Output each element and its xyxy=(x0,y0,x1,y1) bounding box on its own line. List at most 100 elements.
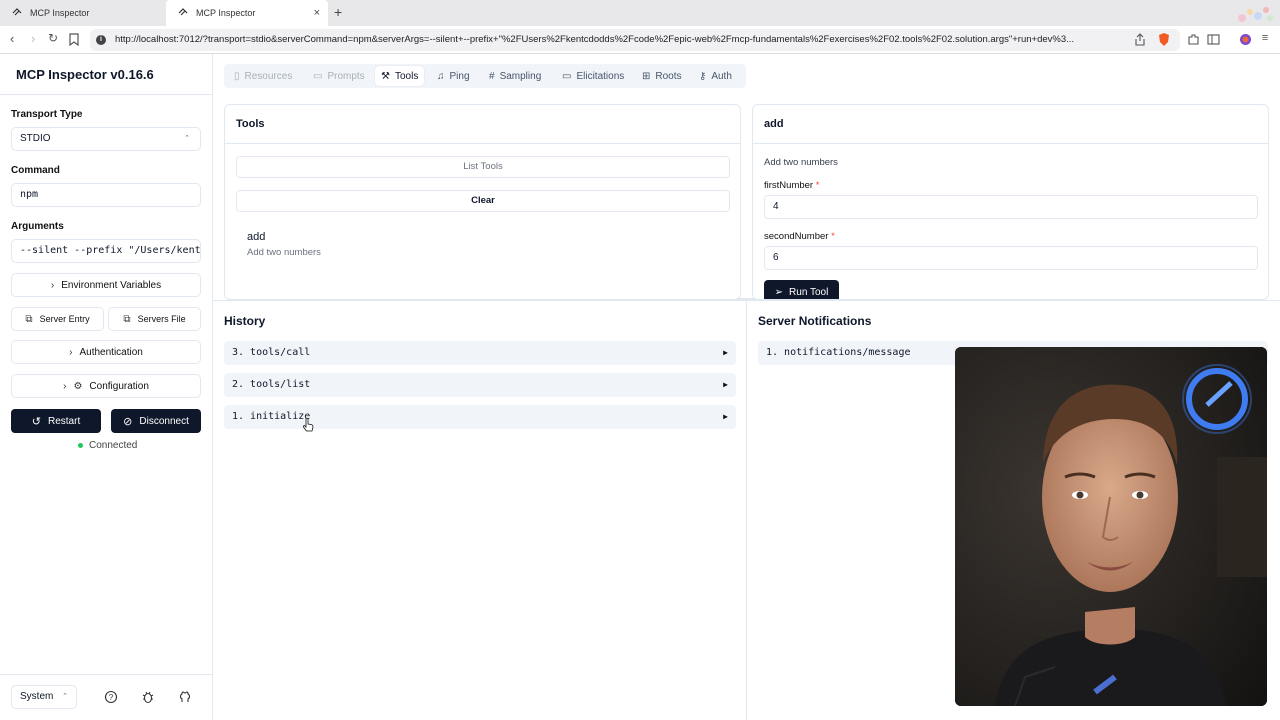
command-label: Command xyxy=(11,165,60,176)
second-number-label: secondNumber * xyxy=(764,231,835,242)
main-tabs: ▯ Resources ▭ Prompts ⚒ Tools ♫ Ping # S… xyxy=(224,64,746,88)
arguments-input[interactable]: --silent --prefix "/Users/kentc xyxy=(11,239,201,263)
reload-icon[interactable]: ↻ xyxy=(48,31,58,45)
divider xyxy=(753,143,1268,144)
environment-variables-label: Environment Variables xyxy=(61,279,162,291)
help-icon[interactable]: ? xyxy=(104,690,118,704)
tool-detail-title: add xyxy=(764,118,784,130)
tab-resources-label: Resources xyxy=(244,70,293,82)
mcp-logo-icon xyxy=(12,8,22,16)
first-number-label-text: firstNumber xyxy=(764,180,814,191)
tool-detail-card: add Add two numbers firstNumber * 4 seco… xyxy=(752,104,1269,300)
required-mark: * xyxy=(815,180,820,191)
expand-icon[interactable]: ▶ xyxy=(723,341,728,365)
restart-button[interactable]: ↺ Restart xyxy=(11,409,101,433)
tab-elicitations[interactable]: ▭ Elicitations xyxy=(562,64,624,88)
github-icon[interactable] xyxy=(178,690,192,704)
history-item[interactable]: 2. tools/list ▶ xyxy=(224,373,736,397)
sidebar-toggle-icon[interactable] xyxy=(1207,33,1220,46)
tool-detail-description: Add two numbers xyxy=(764,157,838,168)
bookmark-icon[interactable] xyxy=(69,33,79,46)
panel-divider xyxy=(746,300,747,720)
divider xyxy=(225,143,740,144)
configuration-label: Configuration xyxy=(89,380,149,392)
tab-sampling[interactable]: # Sampling xyxy=(489,64,541,88)
authentication-button[interactable]: › Authentication xyxy=(11,340,201,364)
copy-icon: ⧉ xyxy=(123,313,131,325)
history-item[interactable]: 1. initialize ▶ xyxy=(224,405,736,429)
server-entry-button[interactable]: ⧉ Server Entry xyxy=(11,307,104,331)
history-item-text: 2. tools/list xyxy=(232,379,311,390)
sidebar: MCP Inspector v0.16.6 Transport Type STD… xyxy=(0,54,213,720)
transport-type-select[interactable]: STDIO ⌃ xyxy=(11,127,201,151)
bug-icon[interactable] xyxy=(141,690,155,704)
run-tool-button[interactable]: ➢ Run Tool xyxy=(764,280,839,299)
tab-prompts-label: Prompts xyxy=(327,70,365,82)
disconnect-button[interactable]: ⊘ Disconnect xyxy=(111,409,201,433)
required-mark: * xyxy=(831,231,835,242)
tab-roots[interactable]: ⊞ Roots xyxy=(642,64,682,88)
theme-select[interactable]: System ⌃ xyxy=(11,685,77,709)
close-tab-icon[interactable]: × xyxy=(314,7,320,19)
share-icon[interactable] xyxy=(1134,33,1146,46)
second-number-label-text: secondNumber xyxy=(764,231,829,242)
arguments-label: Arguments xyxy=(11,221,64,232)
site-info-icon[interactable]: i xyxy=(96,35,106,45)
servers-file-button[interactable]: ⧉ Servers File xyxy=(108,307,201,331)
extensions-icon[interactable] xyxy=(1187,33,1200,46)
tools-card: Tools List Tools Clear add Add two numbe… xyxy=(224,104,741,300)
browser-tab-title: MCP Inspector xyxy=(196,8,256,18)
disconnect-label: Disconnect xyxy=(139,415,189,427)
list-tools-button[interactable]: List Tools xyxy=(236,156,730,178)
app-title: MCP Inspector v0.16.6 xyxy=(16,67,154,82)
run-tool-label: Run Tool xyxy=(789,286,829,298)
clear-button[interactable]: Clear xyxy=(236,190,730,212)
restart-label: Restart xyxy=(47,415,81,427)
menu-icon[interactable]: ≡ xyxy=(1258,32,1272,46)
tab-tools[interactable]: ⚒ Tools xyxy=(375,66,425,86)
tab-resources[interactable]: ▯ Resources xyxy=(234,64,292,88)
status-dot xyxy=(78,443,83,448)
chevron-right-icon: › xyxy=(50,279,55,291)
command-input[interactable]: npm xyxy=(11,183,201,207)
back-icon[interactable]: ‹ xyxy=(10,31,14,46)
status-text: Connected xyxy=(89,440,138,451)
theme-value: System xyxy=(20,691,54,702)
tab-sampling-label: Sampling xyxy=(499,70,542,82)
profile-icon[interactable] xyxy=(1239,33,1252,46)
restart-icon: ↺ xyxy=(31,415,41,428)
tool-item-description: Add two numbers xyxy=(247,247,321,258)
chevron-up-down-icon: ⌃ xyxy=(184,135,190,142)
servers-file-label: Servers File xyxy=(137,314,186,324)
url-text: http://localhost:7012/?transport=stdio&s… xyxy=(115,34,1075,45)
tool-item-name[interactable]: add xyxy=(247,231,265,243)
tab-ping[interactable]: ♫ Ping xyxy=(437,64,470,88)
configuration-button[interactable]: › ⚙ Configuration xyxy=(11,374,201,398)
tab-auth[interactable]: ⚷ Auth xyxy=(699,64,732,88)
second-number-input[interactable]: 6 xyxy=(764,246,1258,270)
message-icon: ▭ xyxy=(313,70,323,82)
message-square-icon: ▭ xyxy=(562,70,572,82)
first-number-input[interactable]: 4 xyxy=(764,195,1258,219)
expand-icon[interactable]: ▶ xyxy=(723,405,728,429)
tab-prompts[interactable]: ▭ Prompts xyxy=(313,64,365,88)
browser-tab-active[interactable]: MCP Inspector × xyxy=(166,0,328,26)
hash-icon: # xyxy=(489,70,495,82)
first-number-label: firstNumber * xyxy=(764,180,819,191)
bell-icon: ♫ xyxy=(437,70,445,82)
tab-elicitations-label: Elicitations xyxy=(576,70,625,82)
send-icon: ➢ xyxy=(774,286,784,298)
forward-icon[interactable]: › xyxy=(31,31,35,46)
expand-icon[interactable]: ▶ xyxy=(723,373,728,397)
browser-decor-icon xyxy=(1238,7,1273,22)
copy-icon: ⧉ xyxy=(25,313,33,325)
new-tab-button[interactable]: + xyxy=(334,4,342,20)
chevron-up-down-icon: ⌃ xyxy=(62,693,68,700)
brave-shield-icon[interactable] xyxy=(1157,32,1171,47)
history-item[interactable]: 3. tools/call ▶ xyxy=(224,341,736,365)
svg-text:?: ? xyxy=(109,693,114,702)
tools-title: Tools xyxy=(236,118,265,130)
environment-variables-button[interactable]: › Environment Variables xyxy=(11,273,201,297)
browser-tab[interactable]: MCP Inspector xyxy=(0,0,165,26)
url-field[interactable]: i http://localhost:7012/?transport=stdio… xyxy=(90,29,1180,51)
